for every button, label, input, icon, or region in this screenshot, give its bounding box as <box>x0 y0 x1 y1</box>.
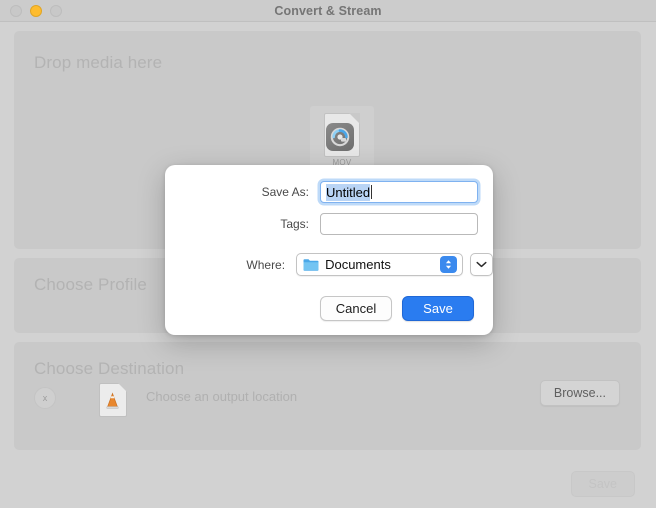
cancel-button[interactable]: Cancel <box>320 296 392 321</box>
window-titlebar: Convert & Stream <box>0 0 656 22</box>
save-as-value: Untitled <box>326 183 371 201</box>
folder-icon <box>303 259 319 271</box>
choose-destination-panel[interactable]: Choose Destination x Choose an output lo… <box>14 342 641 450</box>
choose-destination-label: Choose Destination <box>34 359 185 378</box>
destination-row: x Choose an output location <box>34 383 297 417</box>
dialog-button-group: Cancel Save <box>320 296 474 321</box>
chevron-down-icon <box>476 261 487 268</box>
expand-browser-button[interactable] <box>470 253 493 276</box>
window-title: Convert & Stream <box>274 3 382 18</box>
where-value: Documents <box>325 257 391 272</box>
footer-save-button[interactable]: Save <box>570 471 635 497</box>
tags-label: Tags: <box>280 217 309 231</box>
tags-row: Tags: <box>165 213 493 235</box>
save-button[interactable]: Save <box>402 296 474 321</box>
save-as-input[interactable]: Untitled <box>320 181 478 203</box>
text-caret <box>371 185 373 199</box>
remove-destination-button[interactable]: x <box>34 387 56 409</box>
save-as-label: Save As: <box>261 185 309 199</box>
where-label: Where: <box>246 257 286 272</box>
drop-media-label: Drop media here <box>34 53 163 72</box>
mov-file-icon <box>324 113 360 157</box>
choose-profile-label: Choose Profile <box>34 275 147 294</box>
up-down-chevron-icon[interactable] <box>440 256 457 273</box>
vlc-cone-icon <box>106 392 119 409</box>
save-as-row: Save As: Untitled <box>165 181 493 203</box>
output-file-icon <box>99 383 127 417</box>
tags-input[interactable] <box>320 213 478 235</box>
output-location-placeholder: Choose an output location <box>146 389 298 404</box>
quicktime-icon <box>326 123 354 151</box>
save-dialog: Save As: Untitled Tags: Where: Documents <box>165 165 493 335</box>
where-row: Where: Documents <box>165 253 493 276</box>
browse-button[interactable]: Browse... <box>539 380 620 406</box>
where-popup-button[interactable]: Documents <box>296 253 463 276</box>
